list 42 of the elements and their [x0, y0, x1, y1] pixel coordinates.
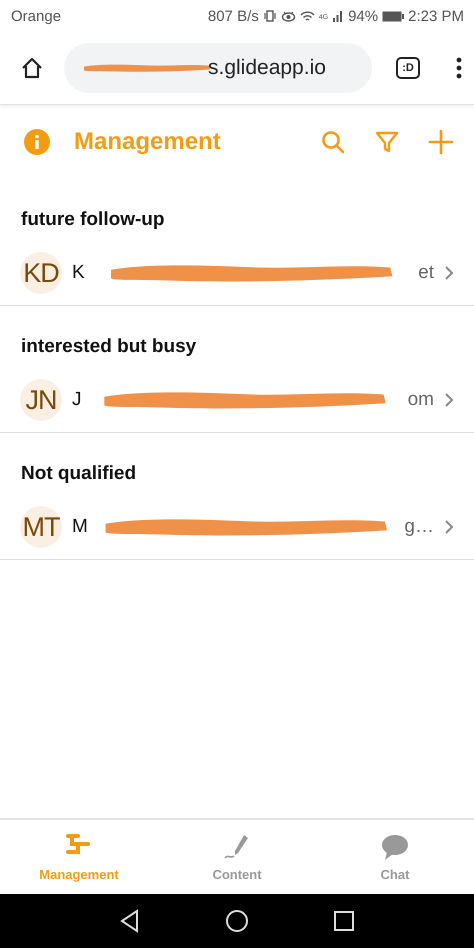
item-text: J — [72, 389, 82, 411]
plus-icon — [428, 129, 454, 155]
wifi-icon — [300, 10, 315, 22]
avatar-initials: JN — [20, 379, 62, 421]
vibrate-icon — [262, 9, 277, 23]
section-heading: future follow-up — [20, 208, 166, 232]
tab-switcher-button[interactable]: :D — [396, 57, 420, 79]
list-item[interactable]: JN J om — [0, 368, 474, 433]
info-icon — [23, 128, 51, 156]
more-menu-button[interactable] — [456, 57, 462, 79]
signal-icon — [332, 10, 344, 22]
address-bar[interactable]: s.glideapp.io — [64, 43, 372, 93]
chevron-right-icon — [444, 265, 454, 281]
chevron-right-icon — [444, 519, 454, 535]
chat-icon — [380, 832, 410, 862]
item-detail: om — [408, 389, 434, 411]
item-detail: g… — [404, 516, 434, 538]
list-item[interactable]: KD K et — [0, 241, 474, 306]
back-button[interactable] — [119, 909, 141, 933]
list-item[interactable]: MT M g… — [0, 495, 474, 560]
item-text: K — [72, 262, 85, 284]
recents-button[interactable] — [333, 910, 355, 932]
more-icon — [456, 57, 462, 79]
filter-icon — [374, 129, 400, 155]
eye-icon — [280, 9, 296, 23]
home-button[interactable] — [225, 909, 249, 933]
item-detail: et — [418, 262, 434, 284]
clock-time: 2:23 PM — [408, 8, 464, 24]
avatar-initials: MT — [20, 506, 62, 548]
url-text: s.glideapp.io — [208, 56, 326, 80]
home-icon — [20, 56, 44, 80]
page-title: Management — [74, 128, 222, 156]
carrier-name: Orange — [11, 8, 62, 24]
battery-percent: 94% — [348, 8, 378, 24]
data-speed: 807 B/s — [208, 8, 259, 24]
section-heading: interested but busy — [20, 335, 198, 359]
search-icon — [320, 129, 346, 155]
chevron-right-icon — [444, 392, 454, 408]
item-text: M — [72, 516, 88, 538]
avatar-initials: KD — [20, 252, 62, 294]
section-heading: Not qualified — [20, 462, 138, 486]
battery-icon — [382, 10, 404, 22]
